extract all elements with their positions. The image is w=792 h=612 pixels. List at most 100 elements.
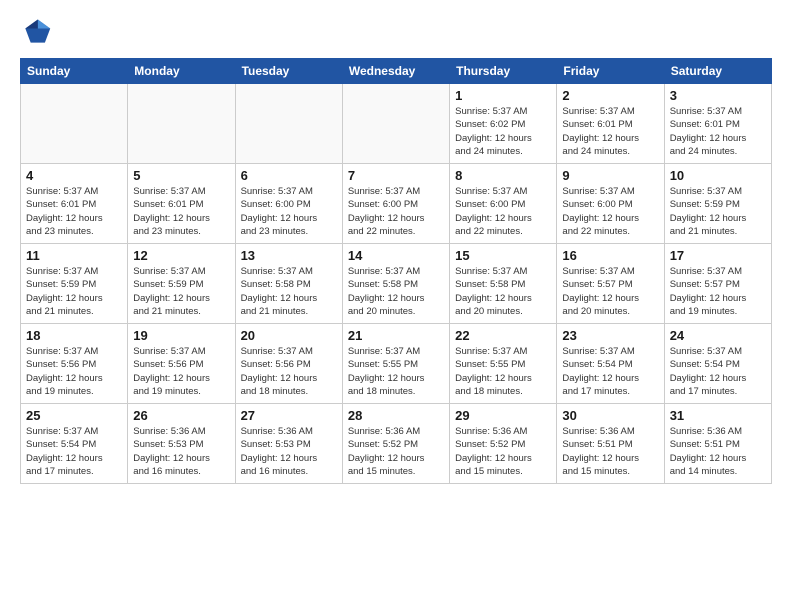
day-header-sunday: Sunday (21, 59, 128, 84)
calendar-cell: 9 Sunrise: 5:37 AM Sunset: 6:00 PM Daylig… (557, 164, 664, 244)
calendar-cell: 10 Sunrise: 5:37 AM Sunset: 5:59 PM Dayli… (664, 164, 771, 244)
day-info: Sunrise: 5:37 AM Sunset: 6:00 PM Dayligh… (241, 185, 337, 238)
calendar-cell: 5 Sunrise: 5:37 AM Sunset: 6:01 PM Daylig… (128, 164, 235, 244)
day-number: 27 (241, 408, 337, 423)
calendar-cell: 6 Sunrise: 5:37 AM Sunset: 6:00 PM Daylig… (235, 164, 342, 244)
day-header-saturday: Saturday (664, 59, 771, 84)
day-header-friday: Friday (557, 59, 664, 84)
day-number: 8 (455, 168, 551, 183)
calendar-cell: 14 Sunrise: 5:37 AM Sunset: 5:58 PM Dayli… (342, 244, 449, 324)
day-info: Sunrise: 5:37 AM Sunset: 6:01 PM Dayligh… (26, 185, 122, 238)
calendar-cell (342, 84, 449, 164)
day-info: Sunrise: 5:37 AM Sunset: 5:55 PM Dayligh… (348, 345, 444, 398)
week-row-2: 4 Sunrise: 5:37 AM Sunset: 6:01 PM Daylig… (21, 164, 772, 244)
day-number: 3 (670, 88, 766, 103)
day-info: Sunrise: 5:37 AM Sunset: 5:58 PM Dayligh… (455, 265, 551, 318)
day-number: 24 (670, 328, 766, 343)
day-info: Sunrise: 5:37 AM Sunset: 5:54 PM Dayligh… (562, 345, 658, 398)
day-info: Sunrise: 5:37 AM Sunset: 5:54 PM Dayligh… (670, 345, 766, 398)
day-number: 10 (670, 168, 766, 183)
calendar-cell: 28Sunrise: 5:36 AM Sunset: 5:52 PM Dayli… (342, 404, 449, 484)
calendar-cell: 20 Sunrise: 5:37 AM Sunset: 5:56 PM Dayli… (235, 324, 342, 404)
day-number: 25 (26, 408, 122, 423)
day-number: 19 (133, 328, 229, 343)
calendar-cell: 13 Sunrise: 5:37 AM Sunset: 5:58 PM Dayli… (235, 244, 342, 324)
day-info: Sunrise: 5:37 AM Sunset: 5:55 PM Dayligh… (455, 345, 551, 398)
day-header-thursday: Thursday (450, 59, 557, 84)
calendar-cell: 23 Sunrise: 5:37 AM Sunset: 5:54 PM Dayli… (557, 324, 664, 404)
logo (20, 16, 56, 48)
day-info: Sunrise: 5:37 AM Sunset: 5:59 PM Dayligh… (133, 265, 229, 318)
day-info: Sunrise: 5:37 AM Sunset: 6:02 PM Dayligh… (455, 105, 551, 158)
day-info: Sunrise: 5:37 AM Sunset: 5:59 PM Dayligh… (26, 265, 122, 318)
week-row-5: 25 Sunrise: 5:37 AM Sunset: 5:54 PM Dayli… (21, 404, 772, 484)
calendar-cell: 29 Sunrise: 5:36 AM Sunset: 5:52 PM Dayli… (450, 404, 557, 484)
page-header (20, 16, 772, 48)
calendar-cell: 17 Sunrise: 5:37 AM Sunset: 5:57 PM Dayli… (664, 244, 771, 324)
logo-icon (20, 16, 52, 48)
day-info: Sunrise: 5:37 AM Sunset: 5:57 PM Dayligh… (670, 265, 766, 318)
day-info: Sunrise: 5:37 AM Sunset: 6:01 PM Dayligh… (562, 105, 658, 158)
day-info: Sunrise: 5:36 AM Sunset: 5:51 PM Dayligh… (670, 425, 766, 478)
day-number: 30 (562, 408, 658, 423)
day-number: 28 (348, 408, 444, 423)
day-info: Sunrise: 5:37 AM Sunset: 6:00 PM Dayligh… (562, 185, 658, 238)
day-info: Sunrise: 5:37 AM Sunset: 5:57 PM Dayligh… (562, 265, 658, 318)
day-info: Sunrise: 5:37 AM Sunset: 6:01 PM Dayligh… (670, 105, 766, 158)
day-number: 29 (455, 408, 551, 423)
calendar-cell (235, 84, 342, 164)
day-number: 20 (241, 328, 337, 343)
day-info: Sunrise: 5:37 AM Sunset: 5:59 PM Dayligh… (670, 185, 766, 238)
day-number: 1 (455, 88, 551, 103)
calendar-cell: 15 Sunrise: 5:37 AM Sunset: 5:58 PM Dayli… (450, 244, 557, 324)
calendar-cell: 2 Sunrise: 5:37 AM Sunset: 6:01 PM Daylig… (557, 84, 664, 164)
calendar-cell: 22 Sunrise: 5:37 AM Sunset: 5:55 PM Dayli… (450, 324, 557, 404)
calendar-cell: 4 Sunrise: 5:37 AM Sunset: 6:01 PM Daylig… (21, 164, 128, 244)
calendar-cell: 21 Sunrise: 5:37 AM Sunset: 5:55 PM Dayli… (342, 324, 449, 404)
day-number: 14 (348, 248, 444, 263)
day-number: 31 (670, 408, 766, 423)
day-info: Sunrise: 5:37 AM Sunset: 5:58 PM Dayligh… (241, 265, 337, 318)
calendar-cell (128, 84, 235, 164)
calendar-cell: 26Sunrise: 5:36 AM Sunset: 5:53 PM Dayli… (128, 404, 235, 484)
calendar-cell: 3 Sunrise: 5:37 AM Sunset: 6:01 PM Daylig… (664, 84, 771, 164)
day-number: 5 (133, 168, 229, 183)
day-number: 17 (670, 248, 766, 263)
calendar-cell (21, 84, 128, 164)
day-number: 7 (348, 168, 444, 183)
week-row-3: 11Sunrise: 5:37 AM Sunset: 5:59 PM Dayli… (21, 244, 772, 324)
day-info: Sunrise: 5:37 AM Sunset: 5:56 PM Dayligh… (241, 345, 337, 398)
day-info: Sunrise: 5:36 AM Sunset: 5:51 PM Dayligh… (562, 425, 658, 478)
day-header-monday: Monday (128, 59, 235, 84)
calendar-cell: 1 Sunrise: 5:37 AM Sunset: 6:02 PM Daylig… (450, 84, 557, 164)
calendar-cell: 11Sunrise: 5:37 AM Sunset: 5:59 PM Dayli… (21, 244, 128, 324)
day-number: 26 (133, 408, 229, 423)
day-number: 21 (348, 328, 444, 343)
calendar-header-row: SundayMondayTuesdayWednesdayThursdayFrid… (21, 59, 772, 84)
day-info: Sunrise: 5:37 AM Sunset: 5:56 PM Dayligh… (133, 345, 229, 398)
calendar-cell: 12 Sunrise: 5:37 AM Sunset: 5:59 PM Dayli… (128, 244, 235, 324)
calendar-cell: 31 Sunrise: 5:36 AM Sunset: 5:51 PM Dayli… (664, 404, 771, 484)
day-number: 4 (26, 168, 122, 183)
day-number: 2 (562, 88, 658, 103)
day-number: 6 (241, 168, 337, 183)
week-row-1: 1 Sunrise: 5:37 AM Sunset: 6:02 PM Daylig… (21, 84, 772, 164)
day-number: 23 (562, 328, 658, 343)
day-info: Sunrise: 5:36 AM Sunset: 5:52 PM Dayligh… (455, 425, 551, 478)
day-number: 15 (455, 248, 551, 263)
calendar-cell: 16Sunrise: 5:37 AM Sunset: 5:57 PM Dayli… (557, 244, 664, 324)
day-info: Sunrise: 5:37 AM Sunset: 5:58 PM Dayligh… (348, 265, 444, 318)
day-header-tuesday: Tuesday (235, 59, 342, 84)
day-info: Sunrise: 5:37 AM Sunset: 5:56 PM Dayligh… (26, 345, 122, 398)
calendar-cell: 25 Sunrise: 5:37 AM Sunset: 5:54 PM Dayli… (21, 404, 128, 484)
day-number: 22 (455, 328, 551, 343)
day-info: Sunrise: 5:37 AM Sunset: 5:54 PM Dayligh… (26, 425, 122, 478)
day-info: Sunrise: 5:36 AM Sunset: 5:53 PM Dayligh… (241, 425, 337, 478)
week-row-4: 18Sunrise: 5:37 AM Sunset: 5:56 PM Dayli… (21, 324, 772, 404)
day-header-wednesday: Wednesday (342, 59, 449, 84)
day-number: 9 (562, 168, 658, 183)
day-info: Sunrise: 5:37 AM Sunset: 6:01 PM Dayligh… (133, 185, 229, 238)
day-info: Sunrise: 5:37 AM Sunset: 6:00 PM Dayligh… (348, 185, 444, 238)
day-number: 12 (133, 248, 229, 263)
day-number: 13 (241, 248, 337, 263)
